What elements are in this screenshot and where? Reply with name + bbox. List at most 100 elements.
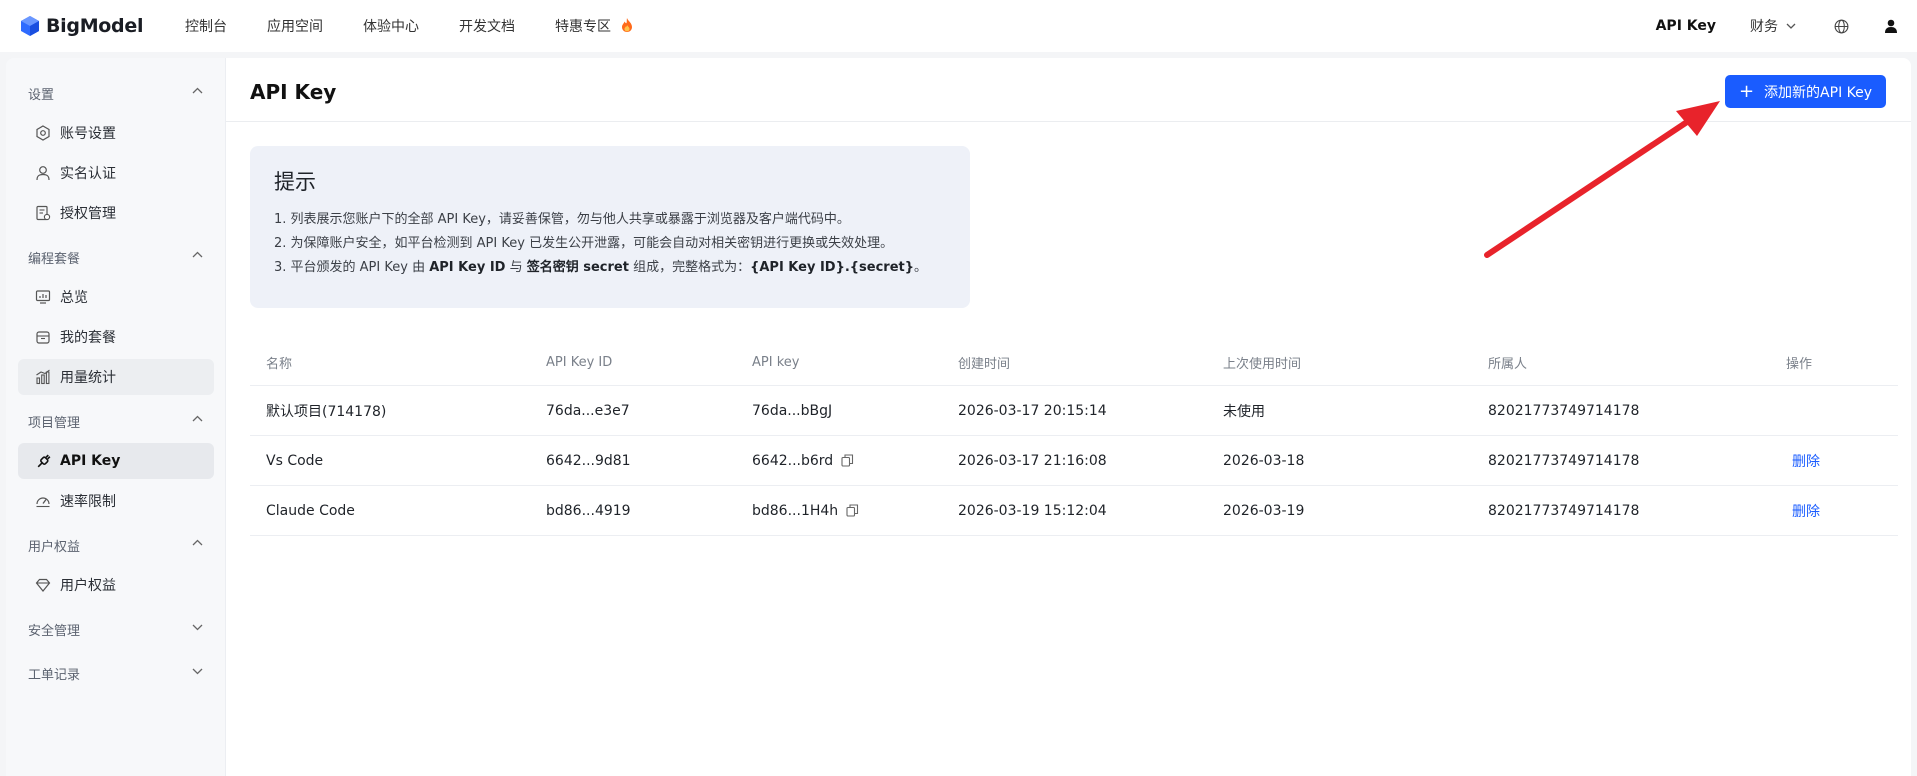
add-api-key-button[interactable]: + 添加新的API Key	[1725, 75, 1886, 108]
bar-chart-icon	[34, 368, 52, 386]
tip-line-3-text: 组成，完整格式为：	[628, 260, 751, 275]
cell-last-used: 未使用	[1223, 403, 1265, 420]
document-check-icon	[34, 204, 52, 222]
cell-name: Vs Code	[266, 452, 324, 469]
nav-api-key[interactable]: API Key	[1656, 18, 1716, 34]
chevron-up-icon[interactable]	[192, 87, 203, 94]
cell-owner: 82021773749714178	[1488, 452, 1640, 469]
tip-panel: 提示 1. 列表展示您账户下的全部 API Key，请妥善保管，勿与他人共享或暴…	[250, 146, 970, 308]
cell-api-key: bd86...1H4h	[752, 502, 839, 519]
cell-created: 2026-03-17 21:16:08	[958, 452, 1107, 469]
header-name: 名称	[266, 357, 293, 372]
delete-link[interactable]: 删除	[1786, 454, 1820, 470]
page-title: API Key	[250, 80, 337, 104]
fire-icon	[622, 18, 633, 32]
chevron-down-icon[interactable]	[192, 624, 203, 631]
tip-line-3-text: 与	[505, 260, 527, 275]
sidebar-item-real-name-auth[interactable]: 实名认证	[18, 155, 214, 191]
sidebar-item-label: 实名认证	[60, 166, 116, 182]
sidebar-item-authorization[interactable]: 授权管理	[18, 195, 214, 231]
nav-dev-docs[interactable]: 开发文档	[459, 16, 515, 36]
sidebar-item-label: 速率限制	[60, 494, 116, 510]
tip-line-3-text: 3. 平台颁发的 API Key 由	[274, 260, 430, 275]
language-globe-icon[interactable]	[1834, 19, 1849, 34]
package-box-icon	[34, 328, 52, 346]
tip-line-3-strong: API Key ID	[429, 260, 506, 275]
brand-logo[interactable]: BigModel	[20, 15, 185, 37]
table-row: 默认项目(714178) 76da...e3e7 76da...bBgJ 202…	[250, 386, 1898, 436]
tip-line-3: 3. 平台颁发的 API Key 由 API Key ID 与 签名密钥 sec…	[274, 256, 946, 280]
nav-app-space[interactable]: 应用空间	[267, 16, 323, 36]
sidebar-item-rate-limit[interactable]: 速率限制	[18, 483, 214, 519]
cell-key-id: 6642...9d81	[546, 452, 631, 469]
chevron-down-icon	[1786, 23, 1796, 29]
nav-finance-dropdown[interactable]: 财务	[1750, 16, 1796, 36]
header-divider	[226, 121, 1911, 122]
sidebar-item-overview[interactable]: 总览	[18, 279, 214, 315]
monitor-chart-icon	[34, 288, 52, 306]
sidebar-item-usage-stats[interactable]: 用量统计	[18, 359, 214, 395]
sidebar-section-project-management[interactable]: 项目管理	[28, 412, 80, 431]
cell-last-used: 2026-03-18	[1223, 452, 1305, 469]
cell-key-id: bd86...4919	[546, 502, 631, 519]
sidebar-item-label: 用量统计	[60, 370, 116, 386]
cell-created: 2026-03-17 20:15:14	[958, 402, 1107, 419]
table-header: 名称 API Key ID API key 创建时间 上次使用时间 所属人 操作	[250, 340, 1898, 386]
nav-finance-label: 财务	[1750, 19, 1778, 35]
cell-name: Claude Code	[266, 502, 355, 519]
chevron-up-icon[interactable]	[192, 539, 203, 546]
speedometer-icon	[34, 492, 52, 510]
sidebar-item-label: API Key	[60, 453, 121, 469]
add-api-key-label: 添加新的API Key	[1764, 84, 1873, 101]
sidebar-item-api-key[interactable]: API Key	[18, 443, 214, 479]
cell-created: 2026-03-19 15:12:04	[958, 502, 1107, 519]
copy-icon[interactable]	[841, 454, 854, 467]
plus-icon: +	[1738, 80, 1755, 102]
nav-experience-center[interactable]: 体验中心	[363, 16, 419, 36]
nav-console[interactable]: 控制台	[185, 16, 227, 36]
delete-link[interactable]: 删除	[1786, 504, 1820, 520]
sidebar-item-label: 授权管理	[60, 206, 116, 222]
api-key-table: 名称 API Key ID API key 创建时间 上次使用时间 所属人 操作…	[250, 340, 1898, 536]
key-plug-icon	[34, 452, 52, 470]
cell-owner: 82021773749714178	[1488, 502, 1640, 519]
tip-line-3-strong: 签名密钥 secret	[526, 260, 629, 275]
sidebar-section-security[interactable]: 安全管理	[28, 620, 80, 639]
user-avatar-icon[interactable]	[1885, 19, 1897, 33]
chevron-down-icon[interactable]	[192, 668, 203, 675]
copy-icon[interactable]	[846, 504, 859, 517]
cell-name: 默认项目(714178)	[266, 403, 387, 420]
brand-name: BigModel	[46, 15, 144, 37]
sidebar-item-label: 账号设置	[60, 126, 116, 142]
sidebar-item-my-plan[interactable]: 我的套餐	[18, 319, 214, 355]
header-created: 创建时间	[958, 357, 1011, 372]
settings-gear-icon	[34, 124, 52, 142]
chevron-up-icon[interactable]	[192, 415, 203, 422]
header-actions: 操作	[1786, 357, 1813, 372]
table-row: Vs Code 6642...9d81 6642...b6rd 2026-03-…	[250, 436, 1898, 486]
tip-title: 提示	[274, 170, 316, 194]
cell-api-key: 6642...b6rd	[752, 452, 834, 469]
header-api-key: API key	[752, 355, 800, 370]
tip-line-3-text: 。	[914, 260, 928, 275]
sidebar-section-settings[interactable]: 设置	[28, 84, 54, 103]
table-row: Claude Code bd86...4919 bd86...1H4h 2026…	[250, 486, 1898, 536]
sidebar-item-label: 用户权益	[60, 578, 116, 594]
sidebar-section-user-benefits[interactable]: 用户权益	[28, 536, 80, 555]
tip-line-1: 1. 列表展示您账户下的全部 API Key，请妥善保管，勿与他人共享或暴露于浏…	[274, 212, 850, 227]
sidebar-section-coding-plan[interactable]: 编程套餐	[28, 248, 80, 267]
sidebar-item-user-benefits[interactable]: 用户权益	[18, 567, 214, 603]
sidebar-item-account-settings[interactable]: 账号设置	[18, 115, 214, 151]
tip-line-3-strong: {API Key ID}.{secret}	[750, 260, 914, 275]
diamond-icon	[34, 576, 52, 594]
user-icon	[34, 164, 52, 182]
main-content: API Key + 添加新的API Key 提示 1. 列表展示您账户下的全部 …	[226, 58, 1911, 776]
chevron-up-icon[interactable]	[192, 251, 203, 258]
cell-api-key: 76da...bBgJ	[752, 402, 833, 419]
sidebar-item-label: 总览	[60, 290, 88, 306]
sidebar-item-label: 我的套餐	[60, 330, 116, 346]
sidebar-section-tickets[interactable]: 工单记录	[28, 664, 80, 683]
cell-owner: 82021773749714178	[1488, 402, 1640, 419]
nav-special-offers[interactable]: 特惠专区	[555, 16, 633, 36]
nav-special-offers-label: 特惠专区	[555, 19, 611, 35]
